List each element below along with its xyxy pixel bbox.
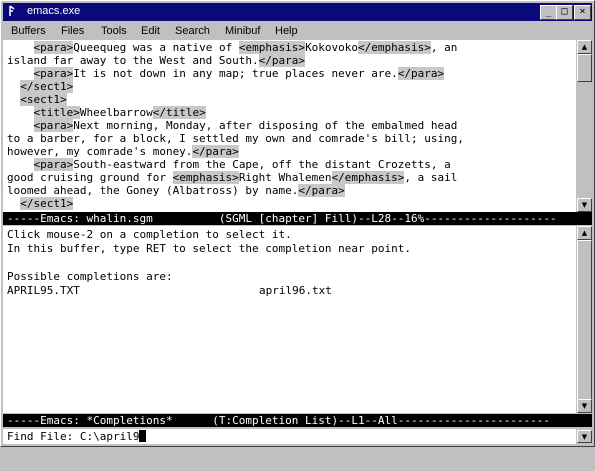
buffer-text (7, 80, 20, 93)
buffer-line[interactable]: <para>Queequeg was a native of <emphasis… (7, 41, 457, 55)
maximize-button[interactable]: □ (556, 5, 573, 20)
menu-minibuf[interactable]: Minibuf (225, 25, 260, 37)
buffer-text: to a barber, for a block, I settled my o… (7, 132, 464, 145)
sgml-tag: </para> (192, 145, 239, 158)
buffer-line[interactable]: loomed ahead, the Goney (Albatross) by n… (7, 184, 345, 198)
buffer-text (7, 41, 34, 54)
text-cursor (139, 430, 147, 442)
close-icon: × (579, 6, 586, 17)
minibuffer-prompt: Find File: (7, 430, 80, 443)
buffer-text (7, 67, 34, 80)
completions-help-line-1: Click mouse-2 on a completion to select … (7, 228, 292, 241)
sgml-tag: </emphasis> (358, 41, 431, 54)
window-title: emacs.exe (27, 5, 81, 17)
sgml-tag: </sect1> (20, 197, 74, 210)
buffer-line[interactable]: island far away to the West and South.</… (7, 54, 306, 68)
minibuffer-input[interactable]: C:\april9 (80, 430, 140, 443)
completions-heading: Possible completions are: (7, 270, 173, 283)
editor-buffer-whalin[interactable]: <para>Queequeg was a native of <emphasis… (3, 40, 576, 212)
buffer-line[interactable]: <para>South-eastward from the Cape, off … (7, 158, 451, 172)
completions-buffer[interactable]: Click mouse-2 on a completion to select … (3, 226, 576, 413)
buffer-line[interactable]: to a barber, for a block, I settled my o… (7, 132, 464, 146)
sgml-tag: <para> (33, 158, 74, 171)
sgml-tag: <sect1> (20, 93, 67, 106)
sgml-tag: </sect1> (20, 80, 74, 93)
sgml-tag: <title> (33, 106, 80, 119)
buffer-text: , a sail (404, 171, 458, 184)
minibuffer-scroll-icon[interactable]: ▼ (577, 430, 592, 443)
scroll-down-arrow-icon[interactable]: ▼ (577, 198, 592, 212)
sgml-tag: </para> (258, 54, 306, 67)
buffer-text (7, 197, 20, 210)
maximize-icon: □ (561, 6, 568, 17)
buffer-text: , an (430, 41, 458, 54)
buffer-text (7, 158, 34, 171)
completions-scroll-up-arrow-icon[interactable]: ▲ (577, 226, 592, 240)
completion-item-april96[interactable]: april96.txt (259, 284, 332, 298)
menu-bar: Buffers Files Tools Edit Search Minibuf … (3, 22, 592, 40)
minibuffer-scrollbar[interactable]: ▼ (577, 429, 592, 444)
completions-scroll-down-arrow-icon[interactable]: ▼ (577, 399, 592, 413)
menu-help[interactable]: Help (275, 25, 298, 37)
emacs-app-icon[interactable] (7, 5, 19, 17)
buffer-line[interactable]: however, my comrade's money.</para> (7, 145, 239, 159)
minibuffer-line[interactable]: Find File: C:\april9 (7, 430, 147, 444)
sgml-tag: </title> (152, 106, 206, 119)
buffer-text: It is not down in any map; true places n… (73, 67, 398, 80)
buffer-text: Queequeg was a native of (73, 41, 239, 54)
menu-search[interactable]: Search (175, 25, 210, 37)
minimize-button[interactable]: _ (540, 5, 557, 20)
buffer-text: Kokovoko (305, 41, 359, 54)
buffer-line[interactable]: </sect1> (7, 197, 74, 211)
sgml-tag: <emphasis> (238, 41, 306, 54)
close-button[interactable]: × (574, 5, 591, 20)
completions-help-line-2: In this buffer, type RET to select the c… (7, 242, 411, 255)
buffer-line[interactable]: <para>It is not down in any map; true pl… (7, 67, 445, 81)
buffer-text: South-eastward from the Cape, off the di… (73, 158, 451, 171)
buffer-text: island far away to the West and South. (7, 54, 259, 67)
buffer-text (7, 106, 34, 119)
buffer-text: loomed ahead, the Goney (Albatross) by n… (7, 184, 299, 197)
scroll-up-arrow-icon[interactable]: ▲ (577, 40, 592, 54)
buffer-text (7, 93, 20, 106)
emacs-window: emacs.exe _ □ × Buffers Files Tools Edit… (0, 0, 595, 447)
completion-item-april95[interactable]: APRIL95.TXT (7, 284, 80, 298)
editor-vertical-scrollbar[interactable]: ▲ ▼ (577, 40, 592, 212)
editor-scroll-thumb[interactable] (577, 54, 592, 82)
menu-buffers[interactable]: Buffers (11, 25, 46, 37)
buffer-text: Wheelbarrow (79, 106, 153, 119)
sgml-tag: </emphasis> (331, 171, 405, 184)
buffer-line[interactable]: <para>Next morning, Monday, after dispos… (7, 119, 457, 133)
sgml-tag: <para> (33, 67, 74, 80)
minibuffer[interactable]: Find File: C:\april9 (3, 429, 576, 444)
menu-tools[interactable]: Tools (101, 25, 127, 37)
menu-files[interactable]: Files (61, 25, 84, 37)
sgml-tag: <para> (33, 119, 74, 132)
buffer-text: good cruising ground for (7, 171, 173, 184)
buffer-line[interactable]: <title>Wheelbarrow</title> (7, 106, 206, 120)
completions-scroll-thumb[interactable] (577, 240, 592, 400)
mode-line-whalin: -----Emacs: whalin.sgm (SGML [chapter] F… (3, 212, 592, 225)
menu-edit[interactable]: Edit (141, 25, 160, 37)
buffer-line[interactable]: good cruising ground for <emphasis>Right… (7, 171, 457, 185)
buffer-line[interactable]: <sect1> (7, 93, 67, 107)
buffer-line[interactable]: </sect1> (7, 80, 74, 94)
buffer-text: Right Whalemen (238, 171, 332, 184)
sgml-tag: </para> (397, 67, 445, 80)
sgml-tag: </para> (298, 184, 345, 197)
minimize-icon: _ (545, 6, 552, 17)
sgml-tag: <emphasis> (172, 171, 239, 184)
completions-vertical-scrollbar[interactable]: ▲ ▼ (577, 226, 592, 413)
buffer-text (7, 119, 34, 132)
mode-line-completions: -----Emacs: *Completions* (T:Completion … (3, 414, 592, 427)
buffer-text: Next morning, Monday, after disposing of… (73, 119, 458, 132)
sgml-tag: <para> (33, 41, 74, 54)
buffer-text: however, my comrade's money. (7, 145, 193, 158)
title-bar[interactable]: emacs.exe _ □ × (3, 3, 592, 21)
